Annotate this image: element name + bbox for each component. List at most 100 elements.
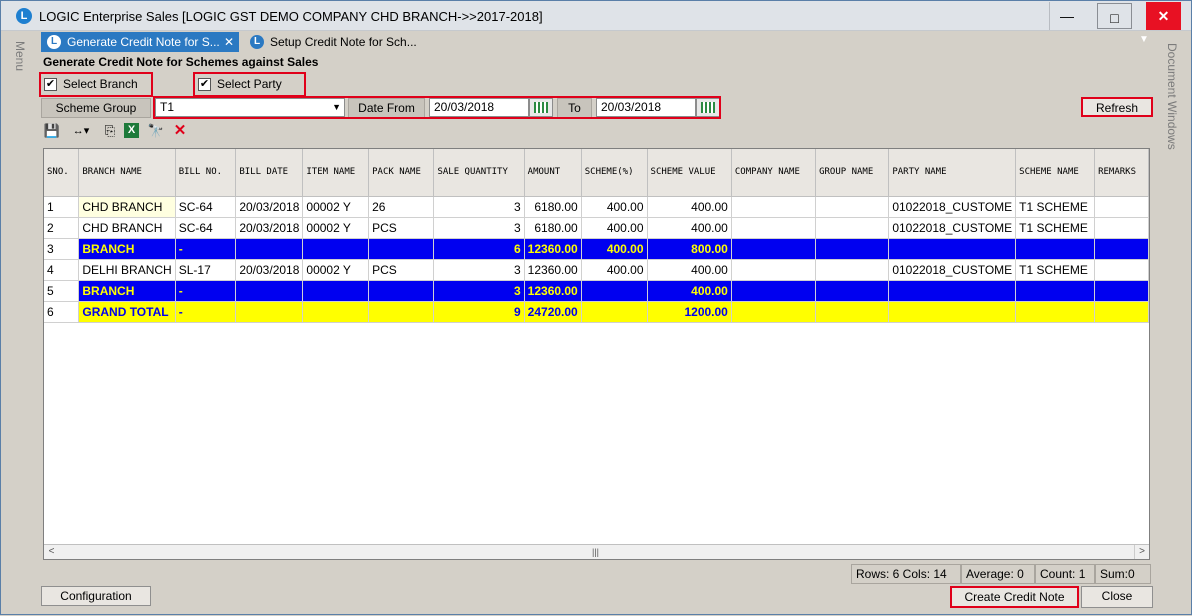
table-cell[interactable] — [302, 301, 370, 323]
configuration-button[interactable]: Configuration — [41, 586, 151, 606]
column-header[interactable]: SNO. — [44, 149, 80, 197]
table-cell[interactable] — [815, 280, 890, 302]
table-cell[interactable] — [731, 196, 817, 218]
column-header[interactable]: SCHEME(%) — [581, 149, 648, 197]
minimize-button[interactable]: — — [1049, 2, 1084, 30]
table-cell[interactable]: 20/03/2018 — [235, 217, 304, 239]
table-cell[interactable]: 00002 Y — [302, 259, 370, 281]
table-cell[interactable] — [1094, 301, 1149, 323]
table-cell[interactable]: 01022018_CUSTOME — [888, 196, 1017, 218]
table-cell[interactable] — [815, 238, 890, 260]
table-cell[interactable]: BRANCH — [78, 280, 176, 302]
table-cell[interactable]: T1 SCHEME — [1015, 259, 1096, 281]
credit-note-grid[interactable]: SNO. BRANCH NAME BILL NO. BILL DATE ITEM NAM… — [43, 148, 1150, 560]
close-window-button[interactable]: ✕ — [1146, 2, 1181, 30]
table-cell[interactable]: - — [175, 238, 237, 260]
table-cell[interactable]: 00002 Y — [302, 196, 370, 218]
row-number-cell[interactable]: 1 — [44, 196, 80, 218]
scroll-left-icon[interactable]: < — [44, 545, 59, 559]
table-cell[interactable]: 400.00 — [647, 217, 732, 239]
refresh-button[interactable]: Refresh — [1081, 97, 1153, 117]
row-number-cell[interactable]: 6 — [44, 301, 80, 323]
table-cell[interactable]: 26 — [368, 196, 435, 218]
table-cell[interactable]: 01022018_CUSTOME — [888, 217, 1017, 239]
table-cell[interactable] — [731, 217, 817, 239]
table-cell[interactable] — [1015, 280, 1096, 302]
table-cell[interactable]: 400.00 — [647, 259, 732, 281]
table-cell[interactable] — [731, 259, 817, 281]
grand-total-row[interactable]: 6 GRAND TOTAL - 9 24720.00 1200.00 — [44, 301, 1149, 323]
table-cell[interactable]: CHD BRANCH — [78, 196, 176, 218]
close-button[interactable]: Close — [1081, 586, 1153, 608]
table-cell[interactable]: 12360.00 — [524, 259, 582, 281]
tabs-dropdown-icon[interactable]: ▼ — [1139, 34, 1149, 45]
column-header[interactable]: REMARKS — [1094, 149, 1149, 197]
table-cell[interactable] — [368, 301, 435, 323]
table-cell[interactable]: DELHI BRANCH — [78, 259, 176, 281]
scroll-thumb-grip[interactable]: ||| — [592, 545, 599, 559]
column-header[interactable]: SCHEME VALUE — [647, 149, 732, 197]
table-cell[interactable]: 6 — [433, 238, 525, 260]
table-cell[interactable] — [235, 301, 304, 323]
table-cell[interactable]: 400.00 — [581, 217, 648, 239]
table-cell[interactable] — [1094, 196, 1149, 218]
table-cell[interactable] — [368, 280, 435, 302]
select-party-checkbox[interactable]: ✔ Select Party — [193, 72, 306, 97]
table-cell[interactable]: 6180.00 — [524, 217, 582, 239]
checkmark-icon[interactable]: ✔ — [198, 78, 211, 91]
table-cell[interactable]: T1 SCHEME — [1015, 196, 1096, 218]
column-header[interactable]: BILL DATE — [235, 149, 304, 197]
table-cell[interactable] — [731, 280, 817, 302]
table-cell[interactable]: 20/03/2018 — [235, 259, 304, 281]
table-cell[interactable] — [581, 301, 648, 323]
table-cell[interactable]: T1 SCHEME — [1015, 217, 1096, 239]
table-cell[interactable] — [888, 280, 1017, 302]
excel-export-icon[interactable]: X — [124, 123, 139, 138]
table-cell[interactable]: SC-64 — [175, 217, 237, 239]
table-row[interactable]: 1 CHD BRANCH SC-64 20/03/2018 00002 Y 26 3 6180… — [44, 196, 1149, 218]
table-cell[interactable] — [302, 238, 370, 260]
table-cell[interactable] — [731, 301, 817, 323]
table-cell[interactable] — [1015, 301, 1096, 323]
column-header[interactable]: AMOUNT — [524, 149, 582, 197]
tab-close-icon[interactable]: ✕ — [224, 32, 234, 52]
document-windows-side-panel[interactable]: Document Windows — [1157, 31, 1191, 616]
table-cell[interactable] — [1094, 238, 1149, 260]
table-cell[interactable]: SL-17 — [175, 259, 237, 281]
subtotal-row[interactable]: 5 BRANCH - 3 12360.00 400.00 — [44, 280, 1149, 302]
table-cell[interactable]: BRANCH — [78, 238, 176, 260]
scroll-right-icon[interactable]: > — [1134, 545, 1149, 559]
delete-icon[interactable]: ✕ — [171, 122, 189, 140]
table-row[interactable]: 2 CHD BRANCH SC-64 20/03/2018 00002 Y PCS 3 618… — [44, 217, 1149, 239]
table-cell[interactable]: 6180.00 — [524, 196, 582, 218]
table-cell[interactable] — [1094, 259, 1149, 281]
table-cell[interactable] — [368, 238, 435, 260]
table-cell[interactable] — [815, 301, 890, 323]
table-cell[interactable]: 12360.00 — [524, 238, 582, 260]
table-cell[interactable]: PCS — [368, 217, 435, 239]
table-cell[interactable]: 1200.00 — [647, 301, 732, 323]
table-cell[interactable]: 400.00 — [647, 196, 732, 218]
table-cell[interactable]: 800.00 — [647, 238, 732, 260]
save-icon[interactable]: 💾 — [43, 122, 61, 140]
horizontal-scrollbar[interactable]: < ||| > — [44, 544, 1149, 559]
column-header[interactable]: PARTY NAME — [888, 149, 1017, 197]
table-cell[interactable] — [815, 259, 890, 281]
table-cell[interactable]: CHD BRANCH — [78, 217, 176, 239]
column-header[interactable]: BILL NO. — [175, 149, 237, 197]
table-cell[interactable] — [888, 301, 1017, 323]
table-cell[interactable] — [302, 280, 370, 302]
table-cell[interactable]: 400.00 — [581, 196, 648, 218]
document-windows-label[interactable]: Document Windows — [1165, 43, 1179, 150]
column-header[interactable]: ITEM NAME — [302, 149, 370, 197]
table-cell[interactable] — [1094, 280, 1149, 302]
column-header[interactable]: COMPANY NAME — [731, 149, 817, 197]
create-credit-note-button[interactable]: Create Credit Note — [950, 586, 1079, 608]
table-cell[interactable] — [581, 280, 648, 302]
table-cell[interactable] — [815, 196, 890, 218]
table-cell[interactable]: GRAND TOTAL — [78, 301, 176, 323]
table-cell[interactable]: 9 — [433, 301, 525, 323]
table-cell[interactable] — [815, 217, 890, 239]
subtotal-row[interactable]: 3 BRANCH - 6 12360.00 400.00 800.00 — [44, 238, 1149, 260]
row-number-cell[interactable]: 5 — [44, 280, 80, 302]
